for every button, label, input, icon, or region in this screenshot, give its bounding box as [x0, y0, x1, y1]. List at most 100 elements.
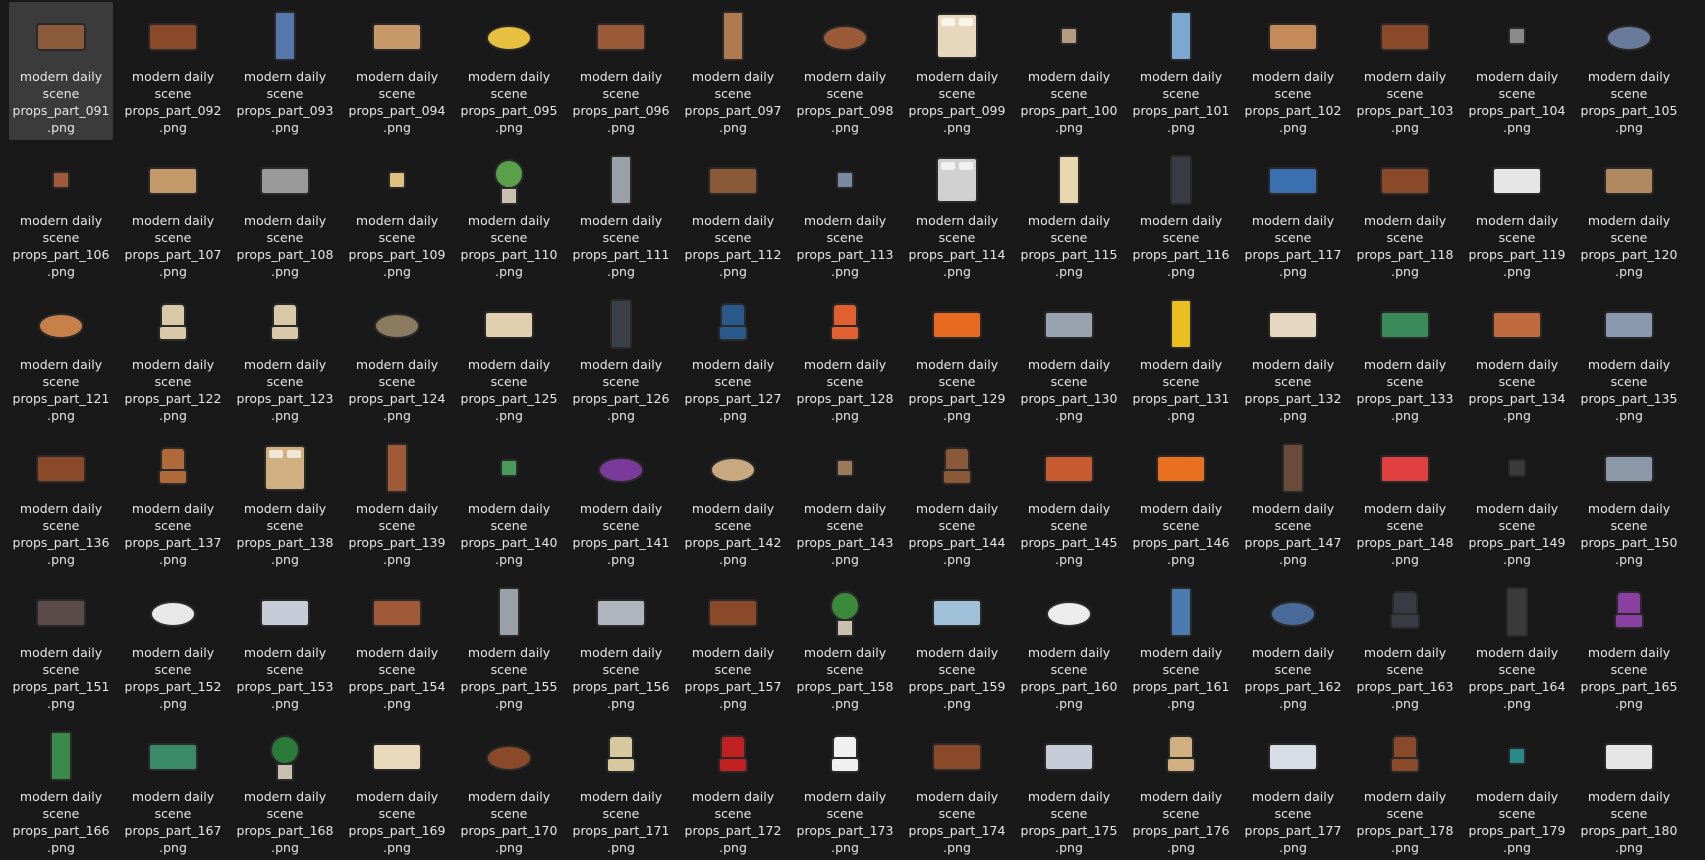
file-item[interactable]: modern daily scene props_part_176 .png	[1129, 722, 1233, 860]
file-item[interactable]: modern daily scene props_part_178 .png	[1353, 722, 1457, 860]
file-item[interactable]: modern daily scene props_part_102 .png	[1241, 2, 1345, 140]
file-item[interactable]: modern daily scene props_part_157 .png	[681, 578, 785, 716]
file-item[interactable]: modern daily scene props_part_130 .png	[1017, 290, 1121, 428]
file-item[interactable]: modern daily scene props_part_127 .png	[681, 290, 785, 428]
file-item[interactable]: modern daily scene props_part_136 .png	[9, 434, 113, 572]
file-item[interactable]: modern daily scene props_part_132 .png	[1241, 290, 1345, 428]
file-item[interactable]: modern daily scene props_part_158 .png	[793, 578, 897, 716]
file-item[interactable]: modern daily scene props_part_145 .png	[1017, 434, 1121, 572]
file-name-line: scene	[714, 86, 752, 101]
file-item[interactable]: modern daily scene props_part_101 .png	[1129, 2, 1233, 140]
file-item[interactable]: modern daily scene props_part_111 .png	[569, 146, 673, 284]
file-item[interactable]: modern daily scene props_part_171 .png	[569, 722, 673, 860]
file-item[interactable]: modern daily scene props_part_112 .png	[681, 146, 785, 284]
file-item[interactable]: modern daily scene props_part_135 .png	[1577, 290, 1681, 428]
file-item[interactable]: modern daily scene props_part_166 .png	[9, 722, 113, 860]
file-item[interactable]: modern daily scene props_part_115 .png	[1017, 146, 1121, 284]
file-item[interactable]: modern daily scene props_part_180 .png	[1577, 722, 1681, 860]
file-item[interactable]: modern daily scene props_part_173 .png	[793, 722, 897, 860]
file-item[interactable]: modern daily scene props_part_150 .png	[1577, 434, 1681, 572]
file-item[interactable]: modern daily scene props_part_146 .png	[1129, 434, 1233, 572]
file-item[interactable]: modern daily scene props_part_126 .png	[569, 290, 673, 428]
file-item[interactable]: modern daily scene props_part_175 .png	[1017, 722, 1121, 860]
file-item[interactable]: modern daily scene props_part_092 .png	[121, 2, 225, 140]
file-item[interactable]: modern daily scene props_part_179 .png	[1465, 722, 1569, 860]
file-item[interactable]: modern daily scene props_part_140 .png	[457, 434, 561, 572]
pc-tower-icon	[1151, 150, 1211, 210]
file-item[interactable]: modern daily scene props_part_096 .png	[569, 2, 673, 140]
file-item[interactable]: modern daily scene props_part_144 .png	[905, 434, 1009, 572]
file-item[interactable]: modern daily scene props_part_100 .png	[1017, 2, 1121, 140]
file-item[interactable]: modern daily scene props_part_159 .png	[905, 578, 1009, 716]
file-item[interactable]: modern daily scene props_part_120 .png	[1577, 146, 1681, 284]
file-item[interactable]: modern daily scene props_part_097 .png	[681, 2, 785, 140]
file-item[interactable]: modern daily scene props_part_103 .png	[1353, 2, 1457, 140]
file-item[interactable]: modern daily scene props_part_163 .png	[1353, 578, 1457, 716]
file-item[interactable]: modern daily scene props_part_104 .png	[1465, 2, 1569, 140]
file-item[interactable]: modern daily scene props_part_095 .png	[457, 2, 561, 140]
gaming-chair-icon	[703, 726, 763, 786]
file-item[interactable]: modern daily scene props_part_093 .png	[233, 2, 337, 140]
file-item[interactable]: modern daily scene props_part_094 .png	[345, 2, 449, 140]
file-item[interactable]: modern daily scene props_part_134 .png	[1465, 290, 1569, 428]
file-item[interactable]: modern daily scene props_part_153 .png	[233, 578, 337, 716]
file-item[interactable]: modern daily scene props_part_114 .png	[905, 146, 1009, 284]
file-item[interactable]: modern daily scene props_part_152 .png	[121, 578, 225, 716]
file-item[interactable]: modern daily scene props_part_133 .png	[1353, 290, 1457, 428]
file-item[interactable]: modern daily scene props_part_168 .png	[233, 722, 337, 860]
file-item[interactable]: modern daily scene props_part_142 .png	[681, 434, 785, 572]
file-item[interactable]: modern daily scene props_part_161 .png	[1129, 578, 1233, 716]
file-item[interactable]: modern daily scene props_part_125 .png	[457, 290, 561, 428]
file-item[interactable]: modern daily scene props_part_119 .png	[1465, 146, 1569, 284]
file-item[interactable]: modern daily scene props_part_170 .png	[457, 722, 561, 860]
file-item[interactable]: modern daily scene props_part_105 .png	[1577, 2, 1681, 140]
file-item[interactable]: modern daily scene props_part_117 .png	[1241, 146, 1345, 284]
file-item[interactable]: modern daily scene props_part_156 .png	[569, 578, 673, 716]
file-item[interactable]: modern daily scene props_part_107 .png	[121, 146, 225, 284]
file-item[interactable]: modern daily scene props_part_106 .png	[9, 146, 113, 284]
file-item[interactable]: modern daily scene props_part_164 .png	[1465, 578, 1569, 716]
file-item[interactable]: modern daily scene props_part_177 .png	[1241, 722, 1345, 860]
file-item[interactable]: modern daily scene props_part_172 .png	[681, 722, 785, 860]
file-item[interactable]: modern daily scene props_part_169 .png	[345, 722, 449, 860]
file-item[interactable]: modern daily scene props_part_116 .png	[1129, 146, 1233, 284]
file-item[interactable]: modern daily scene props_part_110 .png	[457, 146, 561, 284]
file-item[interactable]: modern daily scene props_part_148 .png	[1353, 434, 1457, 572]
file-item[interactable]: modern daily scene props_part_124 .png	[345, 290, 449, 428]
file-item[interactable]: modern daily scene props_part_098 .png	[793, 2, 897, 140]
file-item[interactable]: modern daily scene props_part_121 .png	[9, 290, 113, 428]
file-item[interactable]: modern daily scene props_part_155 .png	[457, 578, 561, 716]
file-item[interactable]: modern daily scene props_part_108 .png	[233, 146, 337, 284]
file-name-line: scene	[938, 230, 976, 245]
file-item[interactable]: modern daily scene props_part_151 .png	[9, 578, 113, 716]
file-item[interactable]: modern daily scene props_part_154 .png	[345, 578, 449, 716]
file-item[interactable]: modern daily scene props_part_137 .png	[121, 434, 225, 572]
file-item[interactable]: modern daily scene props_part_091 .png	[9, 2, 113, 140]
file-name-line: .png	[495, 408, 523, 423]
file-item[interactable]: modern daily scene props_part_174 .png	[905, 722, 1009, 860]
file-item[interactable]: modern daily scene props_part_147 .png	[1241, 434, 1345, 572]
file-item[interactable]: modern daily scene props_part_113 .png	[793, 146, 897, 284]
file-item[interactable]: modern daily scene props_part_141 .png	[569, 434, 673, 572]
file-item[interactable]: modern daily scene props_part_118 .png	[1353, 146, 1457, 284]
file-item[interactable]: modern daily scene props_part_162 .png	[1241, 578, 1345, 716]
file-item[interactable]: modern daily scene props_part_143 .png	[793, 434, 897, 572]
file-item[interactable]: modern daily scene props_part_109 .png	[345, 146, 449, 284]
file-item[interactable]: modern daily scene props_part_128 .png	[793, 290, 897, 428]
file-item[interactable]: modern daily scene props_part_149 .png	[1465, 434, 1569, 572]
file-item[interactable]: modern daily scene props_part_129 .png	[905, 290, 1009, 428]
file-item[interactable]: modern daily scene props_part_165 .png	[1577, 578, 1681, 716]
file-item[interactable]: modern daily scene props_part_160 .png	[1017, 578, 1121, 716]
file-item[interactable]: modern daily scene props_part_099 .png	[905, 2, 1009, 140]
file-item[interactable]: modern daily scene props_part_122 .png	[121, 290, 225, 428]
file-name-line: scene	[1386, 806, 1424, 821]
sectional-sofa-icon	[591, 582, 651, 642]
file-item[interactable]: modern daily scene props_part_138 .png	[233, 434, 337, 572]
file-name-line: modern daily	[1139, 357, 1223, 372]
file-item[interactable]: modern daily scene props_part_131 .png	[1129, 290, 1233, 428]
file-name-line: .png	[47, 408, 75, 423]
file-item[interactable]: modern daily scene props_part_139 .png	[345, 434, 449, 572]
white-table-icon	[1039, 582, 1099, 642]
file-item[interactable]: modern daily scene props_part_123 .png	[233, 290, 337, 428]
file-item[interactable]: modern daily scene props_part_167 .png	[121, 722, 225, 860]
